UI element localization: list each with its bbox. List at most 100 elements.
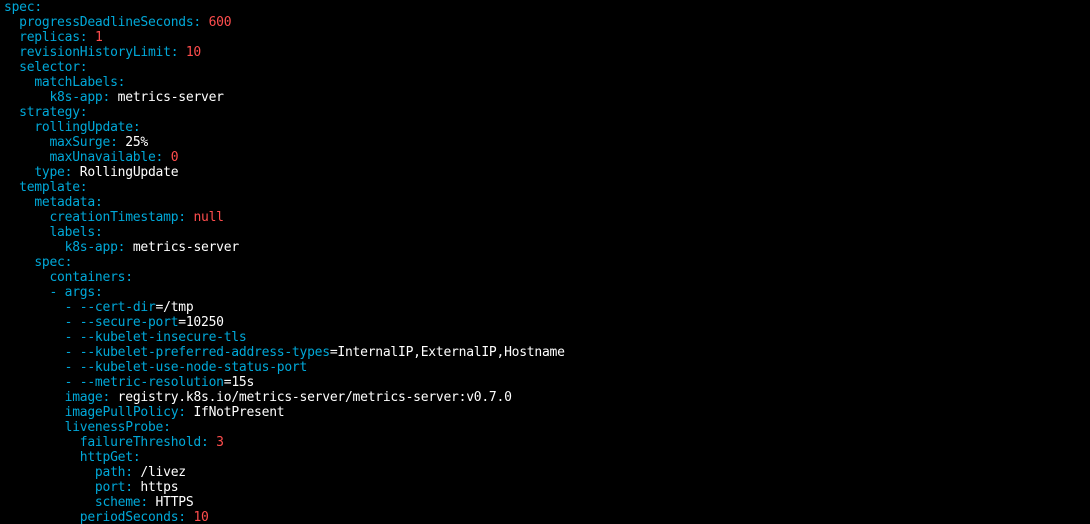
yaml-separator: : — [132, 450, 141, 465]
yaml-indent — [4, 405, 65, 420]
yaml-line: progressDeadlineSeconds: 600 — [4, 15, 231, 30]
yaml-indent — [4, 330, 65, 345]
yaml-separator: : — [140, 495, 156, 510]
yaml-key: k8s-app — [64, 240, 118, 255]
yaml-key: image — [64, 390, 103, 405]
yaml-value: =15s — [223, 375, 255, 390]
yaml-indent — [4, 390, 65, 405]
yaml-key: containers — [49, 270, 126, 285]
yaml-indent — [4, 150, 49, 165]
yaml-indent — [4, 480, 95, 495]
yaml-indent — [4, 435, 80, 450]
yaml-value: null — [193, 210, 224, 225]
yaml-indent — [4, 180, 19, 195]
yaml-key: - args — [49, 285, 95, 300]
yaml-key: - --metric-resolution — [64, 375, 224, 390]
yaml-value: 1 — [94, 30, 103, 45]
yaml-indent — [4, 495, 95, 510]
yaml-key: strategy — [19, 105, 80, 120]
yaml-key: httpGet — [79, 450, 133, 465]
yaml-line: livenessProbe: — [4, 420, 171, 435]
yaml-value: 3 — [216, 435, 224, 450]
yaml-separator: : — [94, 195, 103, 210]
yaml-indent — [4, 255, 34, 270]
yaml-separator: : — [79, 30, 95, 45]
yaml-key: labels — [49, 225, 95, 240]
yaml-separator: : — [125, 270, 133, 285]
yaml-line: strategy: — [4, 105, 87, 120]
yaml-line: periodSeconds: 10 — [4, 510, 209, 524]
yaml-line: path: /livez — [4, 465, 186, 480]
yaml-value: /livez — [140, 465, 186, 480]
yaml-separator: : — [102, 390, 118, 405]
yaml-indent — [4, 360, 65, 375]
yaml-line: k8s-app: metrics-server — [4, 240, 240, 255]
yaml-value: RollingUpdate — [79, 165, 179, 180]
yaml-indent — [4, 15, 19, 30]
yaml-key: failureThreshold — [79, 435, 202, 450]
yaml-indent — [4, 165, 34, 180]
yaml-indent — [4, 420, 65, 435]
yaml-line: failureThreshold: 3 — [4, 435, 224, 450]
yaml-key: metadata — [34, 195, 95, 210]
yaml-indent — [4, 345, 65, 360]
yaml-value: 25% — [125, 135, 148, 150]
yaml-indent — [4, 225, 49, 240]
yaml-key: progressDeadlineSeconds — [19, 15, 194, 30]
yaml-indent — [4, 300, 65, 315]
yaml-indent — [4, 240, 65, 255]
yaml-key: maxUnavailable — [49, 150, 156, 165]
yaml-key: - --kubelet-insecure-tls — [64, 330, 247, 345]
yaml-separator: : — [125, 465, 141, 480]
yaml-line: rollingUpdate: — [4, 120, 140, 135]
yaml-key: imagePullPolicy — [64, 405, 179, 420]
yaml-indent — [4, 30, 19, 45]
yaml-value: https — [140, 480, 179, 495]
yaml-separator: : — [117, 240, 133, 255]
yaml-line: image: registry.k8s.io/metrics-server/me… — [4, 390, 512, 405]
yaml-separator: : — [117, 75, 126, 90]
yaml-line: spec: — [4, 0, 42, 15]
yaml-value: 0 — [170, 150, 179, 165]
yaml-indent — [4, 465, 95, 480]
yaml-line: - --metric-resolution=15s — [4, 375, 255, 390]
yaml-key: livenessProbe — [64, 420, 164, 435]
yaml-key: - --secure-port — [64, 315, 179, 330]
yaml-key: selector — [19, 60, 80, 75]
yaml-key: k8s-app — [49, 90, 103, 105]
yaml-value: 10 — [185, 45, 202, 60]
yaml-separator: : — [178, 510, 194, 524]
yaml-separator: : — [163, 420, 171, 435]
yaml-key: periodSeconds — [79, 510, 179, 524]
yaml-line: replicas: 1 — [4, 30, 103, 45]
yaml-key: rollingUpdate — [34, 120, 133, 135]
yaml-indent — [4, 510, 80, 524]
yaml-key: type — [34, 165, 65, 180]
yaml-line: containers: — [4, 270, 133, 285]
yaml-indent — [4, 270, 49, 285]
yaml-separator: : — [155, 150, 171, 165]
yaml-line: k8s-app: metrics-server — [4, 90, 224, 105]
yaml-indent — [4, 195, 34, 210]
yaml-value: =InternalIP,ExternalIP,Hostname — [329, 345, 565, 360]
yaml-key: scheme — [94, 495, 141, 510]
terminal-window[interactable]: spec: progressDeadlineSeconds: 600 repli… — [0, 0, 1090, 524]
yaml-line: spec: — [4, 255, 72, 270]
yaml-value: IfNotPresent — [193, 405, 285, 420]
yaml-line: - --secure-port=10250 — [4, 315, 224, 330]
yaml-separator: : — [178, 210, 194, 225]
yaml-line: httpGet: — [4, 450, 141, 465]
yaml-line: scheme: HTTPS — [4, 495, 194, 510]
yaml-line: type: RollingUpdate — [4, 165, 178, 180]
yaml-key: template — [19, 180, 80, 195]
yaml-value: metrics-server — [117, 90, 224, 105]
yaml-indent — [4, 285, 49, 300]
yaml-line: - --cert-dir=/tmp — [4, 300, 194, 315]
yaml-separator: : — [79, 105, 88, 120]
yaml-separator: : — [79, 60, 88, 75]
yaml-value: HTTPS — [155, 495, 194, 510]
yaml-key: matchLabels — [34, 75, 118, 90]
yaml-indent — [4, 90, 49, 105]
yaml-separator: : — [178, 405, 194, 420]
yaml-separator: : — [201, 435, 217, 450]
